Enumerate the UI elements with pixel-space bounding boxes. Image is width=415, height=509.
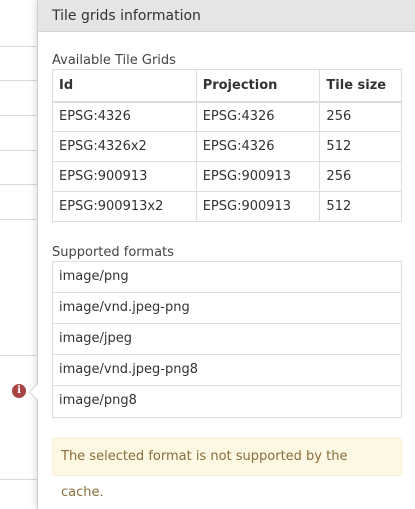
popover-title: Tile grids information [38,0,415,32]
tile-grids-popover: Tile grids information Available Tile Gr… [37,0,415,509]
cell-id: EPSG:900913x2 [52,191,197,222]
cell-projection: EPSG:4326 [195,101,321,132]
cell-id: EPSG:4326x2 [52,131,197,162]
list-item: image/png [53,262,401,293]
form-row-divider [0,150,40,151]
grids-section-title: Available Tile Grids [52,53,176,68]
cell-tile-size: 256 [319,161,402,192]
popover-body: Available Tile Grids Id Projection Tile … [38,32,415,500]
supported-formats-list: image/png image/vnd.jpeg-png image/jpeg … [52,261,402,418]
column-header-projection: Projection [195,69,321,102]
table-row: EPSG:900913 EPSG:900913 256 [52,161,402,192]
info-icon[interactable]: i [12,384,26,398]
table-header-row: Id Projection Tile size [52,69,402,102]
list-item: image/vnd.jpeg-png8 [53,355,401,386]
form-row-divider [0,184,40,185]
list-item: image/jpeg [53,324,401,355]
cell-id: EPSG:900913 [52,161,197,192]
page: i Tile grids information Available Tile … [0,0,415,509]
form-row-divider [0,355,40,356]
list-item: image/png8 [59,393,137,408]
cell-projection: EPSG:4326 [195,131,321,162]
cell-tile-size: 256 [319,101,402,132]
cell-tile-size: 512 [319,131,402,162]
form-row-divider [0,46,40,47]
table-row: EPSG:4326 EPSG:4326 256 [52,101,402,132]
form-row-divider [0,80,40,81]
table-row: EPSG:900913x2 EPSG:900913 512 [52,191,402,222]
cell-projection: EPSG:900913 [195,191,321,222]
cell-tile-size: 512 [319,191,402,222]
cell-projection: EPSG:900913 [195,161,321,192]
background-form: i [0,0,40,509]
tile-grids-table: Id Projection Tile size EPSG:4326 EPSG:4… [52,69,402,222]
unsupported-format-warning: The selected format is not supported by … [52,438,402,500]
form-bottom-divider [0,479,37,480]
cell-id: EPSG:4326 [52,101,197,132]
list-item: image/vnd.jpeg-png [53,293,401,324]
column-header-id: Id [52,69,197,102]
formats-section-title: Supported formats [52,245,174,260]
column-header-tile-size: Tile size [319,69,402,102]
popover-arrow-inner [30,384,38,400]
form-row-divider [0,219,40,220]
table-row: EPSG:4326x2 EPSG:4326 512 [52,131,402,162]
form-row-divider [0,115,40,116]
